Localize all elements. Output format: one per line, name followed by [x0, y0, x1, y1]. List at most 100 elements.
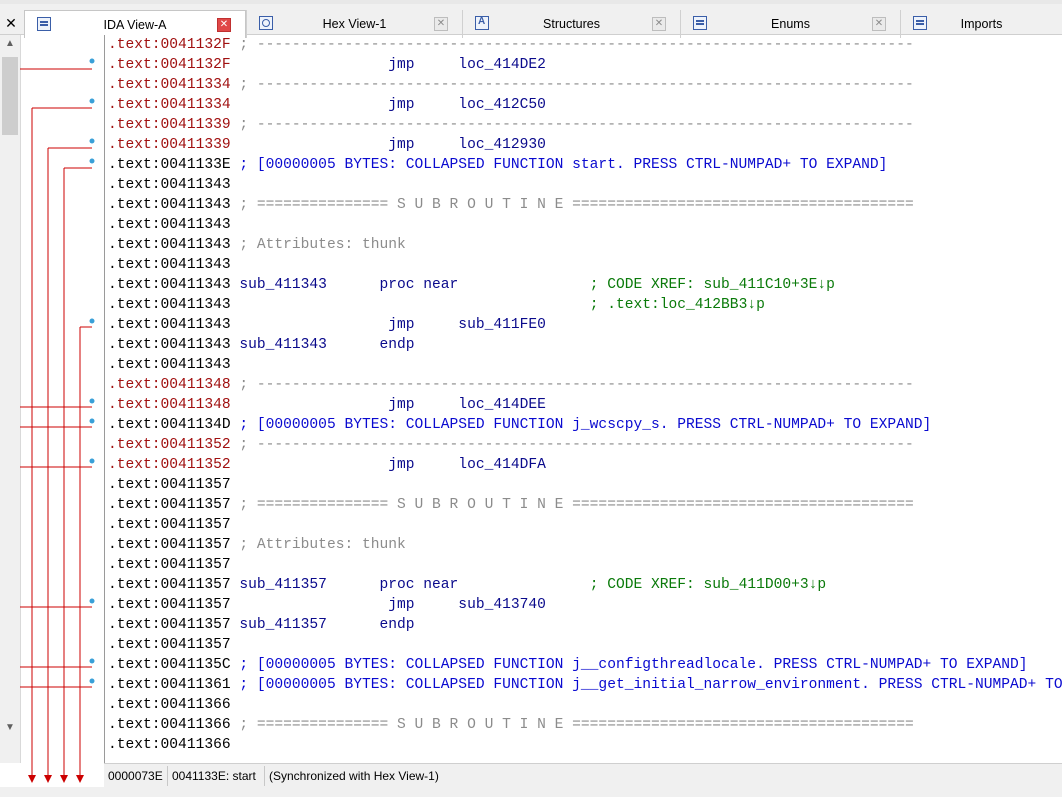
tab-enums[interactable]: Enums ✕	[680, 10, 900, 38]
line-text: sub_411357 proc near	[230, 577, 590, 593]
status-bar: 0000073E 0041133E: start (Synchronized w…	[104, 763, 1062, 788]
listing-line[interactable]: .text:00411348 jmp loc_414DEE	[108, 395, 546, 415]
scroll-thumb[interactable]	[2, 57, 18, 135]
line-address: .text:00411352	[108, 437, 231, 453]
line-text	[231, 297, 590, 313]
line-address: .text:0041132F	[108, 37, 231, 53]
line-address: .text:00411334	[108, 77, 231, 93]
listing-line[interactable]: .text:00411366	[108, 695, 231, 715]
line-text: ; --------------------------------------…	[230, 77, 914, 93]
listing-line[interactable]: .text:00411343	[108, 255, 231, 275]
listing-line[interactable]: .text:00411339 ; -----------------------…	[108, 115, 914, 135]
line-text: ; .text:loc_412BB3↓p	[589, 297, 765, 313]
line-address: .text:00411348	[108, 397, 231, 413]
listing-line[interactable]: .text:00411352 jmp loc_414DFA	[108, 455, 546, 475]
line-address: .text:00411343	[108, 317, 231, 333]
line-address: .text:00411357	[108, 617, 231, 633]
line-address: .text:00411366	[108, 697, 231, 713]
listing-line[interactable]: .text:0041135C ; [00000005 BYTES: COLLAP…	[108, 655, 1028, 675]
listing-line[interactable]: .text:00411357 ; =============== S U B R…	[108, 495, 914, 515]
tab-hex-view-1[interactable]: Hex View-1 ✕	[246, 10, 462, 38]
line-address: .text:00411343	[108, 217, 231, 233]
close-tab-icon[interactable]: ✕	[434, 17, 448, 31]
listing-line[interactable]: .text:00411343	[108, 355, 231, 375]
line-text: sub_411343 endp	[230, 337, 415, 353]
disassembly-listing[interactable]: .text:0041132F ; -----------------------…	[104, 35, 1062, 763]
line-address: .text:00411357	[108, 517, 231, 533]
listing-line[interactable]: .text:00411339 jmp loc_412930	[108, 135, 546, 155]
listing-line[interactable]: .text:00411357 sub_411357 proc near ; CO…	[108, 575, 826, 595]
listing-line[interactable]: .text:00411357	[108, 635, 231, 655]
line-text: jmp loc_414DEE	[230, 397, 546, 413]
close-pane-icon[interactable]: ✕	[0, 8, 22, 38]
listing-line[interactable]: .text:00411334 ; -----------------------…	[108, 75, 914, 95]
listing-line[interactable]: .text:00411366	[108, 735, 231, 755]
line-text: ; =============== S U B R O U T I N E ==…	[230, 197, 914, 213]
line-text: ; Attributes: thunk	[230, 237, 406, 253]
line-address: .text:00411357	[108, 497, 231, 513]
listing-line[interactable]: .text:00411352 ; -----------------------…	[108, 435, 914, 455]
listing-line[interactable]: .text:0041133E ; [00000005 BYTES: COLLAP…	[108, 155, 887, 175]
line-text: ; --------------------------------------…	[230, 37, 914, 53]
line-address: .text:00411343	[108, 277, 231, 293]
listing-line[interactable]: .text:00411357 jmp sub_413740	[108, 595, 546, 615]
vertical-scrollbar[interactable]: ▲ ▼	[0, 35, 21, 763]
line-address: .text:00411366	[108, 737, 231, 753]
tab-ida-view-a[interactable]: IDA View-A ✕	[24, 10, 246, 38]
close-tab-icon[interactable]: ✕	[872, 17, 886, 31]
line-text: ; =============== S U B R O U T I N E ==…	[230, 497, 914, 513]
control-flow-arrows	[20, 58, 95, 783]
line-text: ; [00000005 BYTES: COLLAPSED FUNCTION j_…	[230, 417, 932, 433]
listing-line[interactable]: .text:00411343 sub_411343 endp	[108, 335, 415, 355]
line-address: .text:00411343	[108, 337, 231, 353]
listing-line[interactable]: .text:00411343	[108, 215, 231, 235]
status-location: 0041133E: start	[168, 766, 265, 786]
listing-line[interactable]: .text:00411348 ; -----------------------…	[108, 375, 914, 395]
listing-line[interactable]: .text:00411343	[108, 175, 231, 195]
listing-line[interactable]: .text:0041132F jmp loc_414DE2	[108, 55, 546, 75]
scroll-up-icon[interactable]: ▲	[0, 35, 20, 53]
line-address: .text:00411352	[108, 457, 231, 473]
line-address: .text:00411357	[108, 477, 231, 493]
tab-label: IDA View-A	[103, 18, 167, 32]
listing-line[interactable]: .text:00411343 ; =============== S U B R…	[108, 195, 914, 215]
line-address: .text:00411343	[108, 257, 231, 273]
listing-line[interactable]: .text:0041134D ; [00000005 BYTES: COLLAP…	[108, 415, 931, 435]
listing-line[interactable]: .text:00411343 jmp sub_411FE0	[108, 315, 546, 335]
close-tab-icon[interactable]: ✕	[217, 18, 231, 32]
listing-line[interactable]: .text:00411361 ; [00000005 BYTES: COLLAP…	[108, 675, 1062, 695]
tab-structures[interactable]: Structures ✕	[462, 10, 680, 38]
line-address: .text:0041134D	[108, 417, 231, 433]
listing-line[interactable]: .text:00411357	[108, 555, 231, 575]
listing-line[interactable]: .text:00411357	[108, 475, 231, 495]
listing-line[interactable]: .text:00411334 jmp loc_412C50	[108, 95, 546, 115]
listing-line[interactable]: .text:0041132F ; -----------------------…	[108, 35, 914, 55]
line-text: jmp sub_411FE0	[230, 317, 546, 333]
listing-line[interactable]: .text:00411357 sub_411357 endp	[108, 615, 415, 635]
status-file-offset: 0000073E	[104, 766, 168, 786]
listing-line[interactable]: .text:00411343 sub_411343 proc near ; CO…	[108, 275, 835, 295]
listing-line[interactable]: .text:00411357	[108, 515, 231, 535]
line-text: jmp loc_412C50	[230, 97, 546, 113]
line-address: .text:00411334	[108, 97, 231, 113]
line-text: ; CODE XREF: sub_411C10+3E↓p	[589, 277, 835, 293]
line-text: ; [00000005 BYTES: COLLAPSED FUNCTION st…	[230, 157, 888, 173]
scroll-down-icon[interactable]: ▼	[0, 719, 20, 737]
line-address: .text:00411343	[108, 357, 231, 373]
listing-line[interactable]: .text:00411343 ; Attributes: thunk	[108, 235, 406, 255]
tab-label: Enums	[771, 17, 810, 31]
line-text: ; --------------------------------------…	[230, 377, 914, 393]
tab-label: Imports	[960, 17, 1003, 31]
line-text: ; =============== S U B R O U T I N E ==…	[230, 717, 914, 733]
listing-line[interactable]: .text:00411357 ; Attributes: thunk	[108, 535, 406, 555]
line-text: sub_411357 endp	[230, 617, 415, 633]
line-text: ; Attributes: thunk	[230, 537, 406, 553]
listing-line[interactable]: .text:00411343 ; .text:loc_412BB3↓p	[108, 295, 765, 315]
listing-line[interactable]: .text:00411366 ; =============== S U B R…	[108, 715, 914, 735]
line-address: .text:00411343	[108, 197, 231, 213]
line-address: .text:00411357	[108, 597, 231, 613]
line-address: .text:0041132F	[108, 57, 231, 73]
close-tab-icon[interactable]: ✕	[652, 17, 666, 31]
tab-imports[interactable]: Imports	[900, 10, 1062, 38]
line-text: ; [00000005 BYTES: COLLAPSED FUNCTION j_…	[230, 677, 1062, 693]
